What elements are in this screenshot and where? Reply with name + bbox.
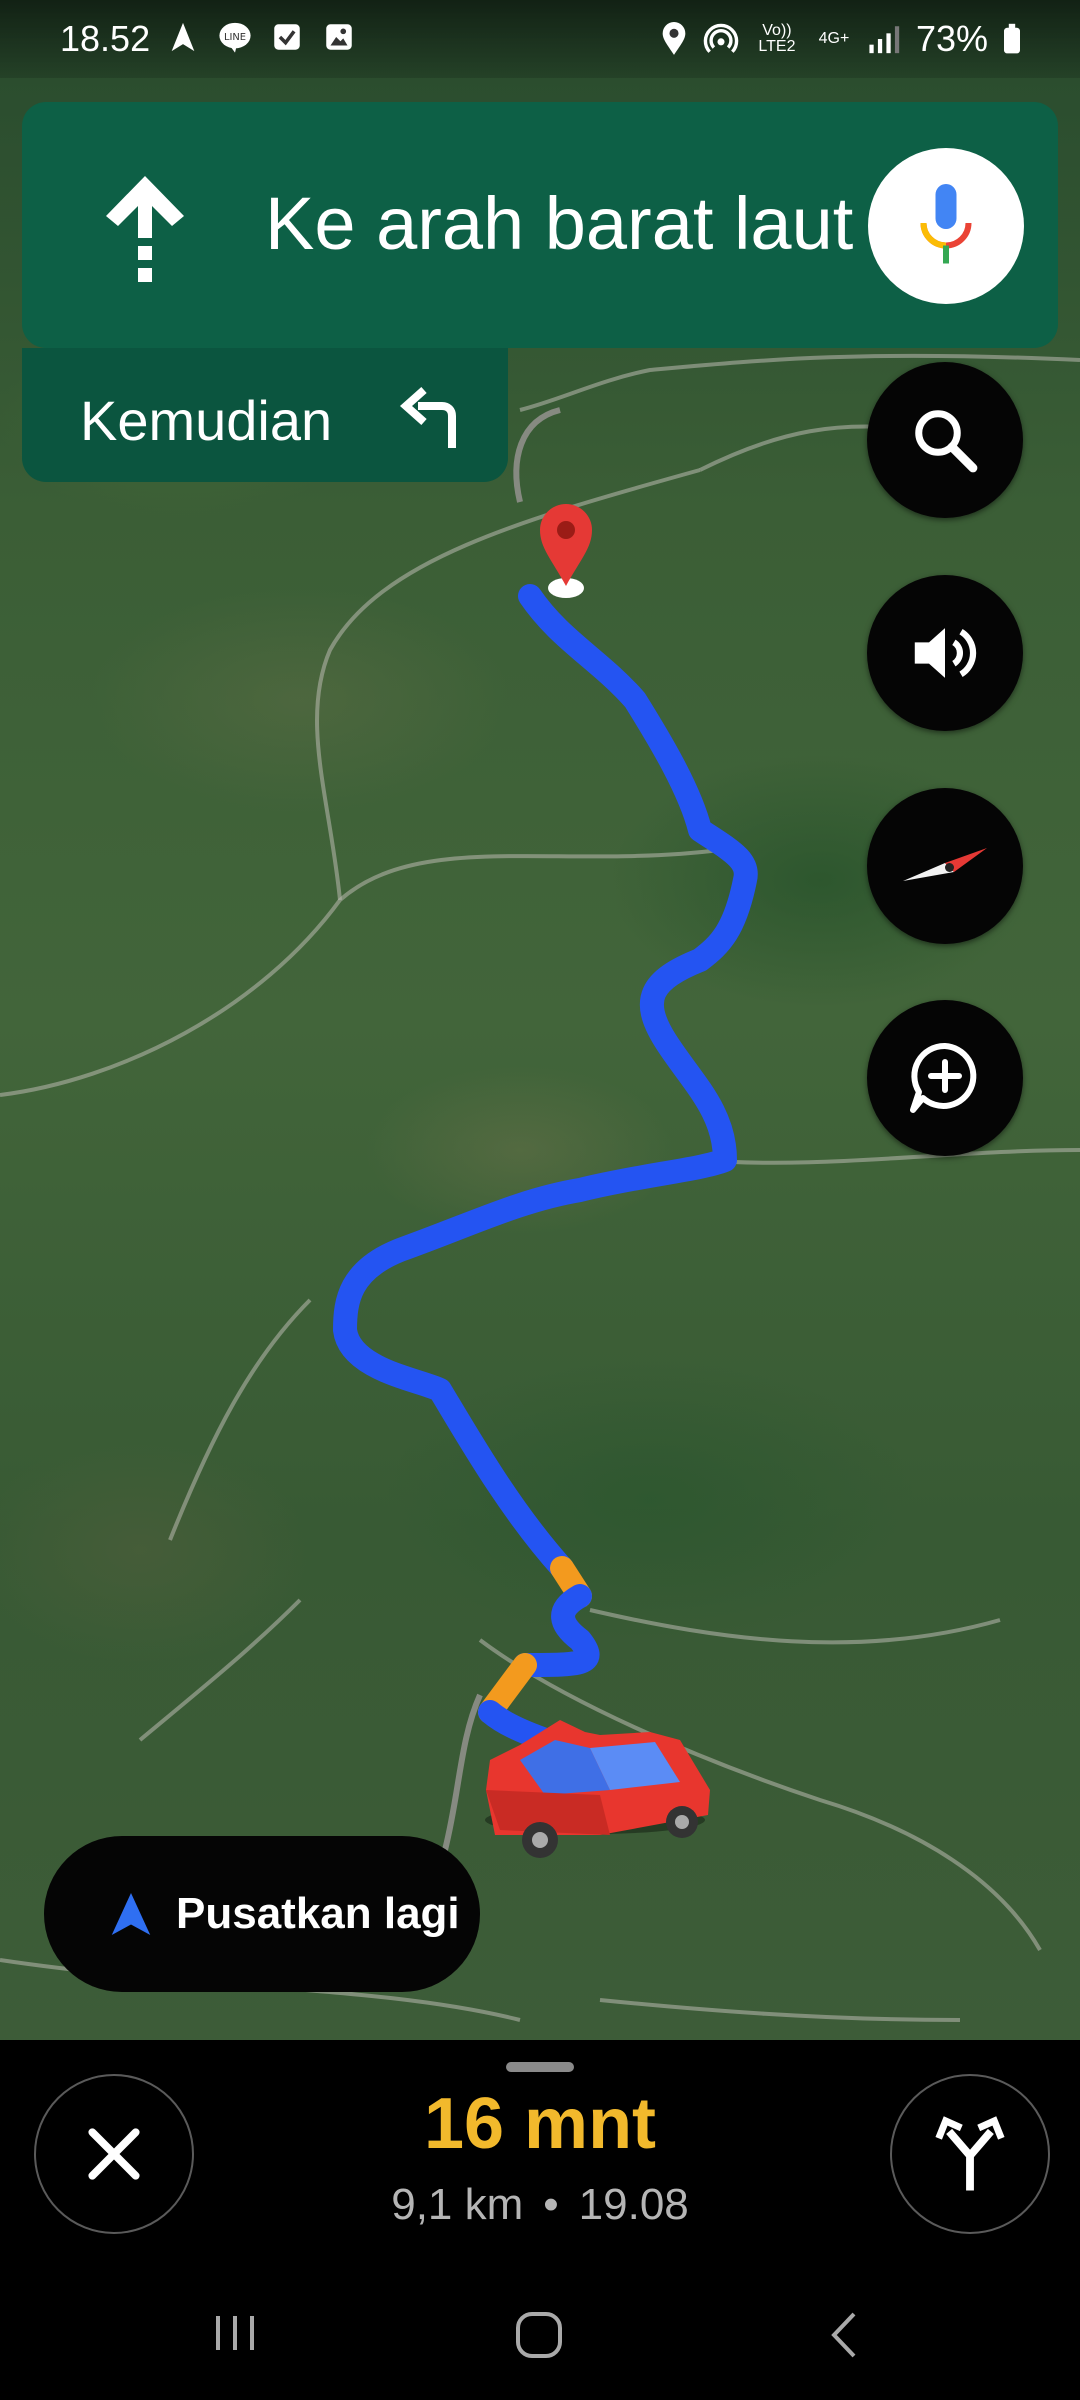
signal-icon [869,26,900,54]
then-label: Kemudian [80,389,333,452]
system-navigation-bar [0,2270,1080,2400]
turn-left-icon [399,387,456,448]
back-icon[interactable] [826,2310,860,2360]
compass-button[interactable] [867,788,1023,944]
add-report-button[interactable] [867,1000,1023,1156]
system-status: Vo)) LTE2 4G+ 73% [660,18,1022,60]
navigation-arrow-icon [111,1893,151,1935]
svg-text:LINE: LINE [224,32,246,43]
separator: • [543,2180,559,2229]
battery-icon [1004,23,1020,54]
destination-pin-icon [540,504,592,598]
hotspot-icon [703,23,739,53]
gallery-icon [326,24,352,50]
line-app-icon: LINE [219,22,251,53]
status-time: 18.52 [60,18,151,59]
trip-summary-sheet[interactable]: 16 mnt 9,1 km • 19.08 [0,2040,1080,2270]
alternate-routes-icon [935,2116,1005,2191]
network-type: 4G+ [818,30,850,47]
trip-distance: 9,1 km [391,2180,524,2229]
checkbox-icon [274,24,300,50]
notification-icons: LINE [166,20,356,54]
next-step-card: Kemudian [22,348,508,482]
sheet-drag-handle[interactable] [506,2062,574,2072]
recenter-label: Pusatkan lagi [176,1889,460,1938]
navigation-arrow-icon [171,22,195,52]
route-line [333,584,758,1580]
arrival-time: 19.08 [578,2180,689,2229]
turn-instruction: Ke arah barat laut [265,182,854,265]
arrow-up-icon [106,176,184,282]
location-icon [662,22,686,55]
voice-search-button[interactable] [868,148,1024,304]
status-bar: 18.52 LINE Vo)) LTE2 4G+ 73% [0,0,1080,78]
add-comment-icon [910,1042,977,1113]
search-button[interactable] [867,362,1023,518]
search-icon [915,410,978,473]
alternate-routes-button[interactable] [890,2074,1050,2234]
microphone-icon [920,184,972,264]
battery-percent: 73% [915,18,988,59]
compass-icon [903,848,987,881]
sound-button[interactable] [867,575,1023,731]
volume-icon [914,628,977,678]
home-icon[interactable] [514,2310,566,2362]
volte-indicator: Vo)) LTE2 [758,22,796,55]
recent-apps-icon[interactable] [212,2310,258,2356]
recenter-button[interactable]: Pusatkan lagi [44,1836,480,1992]
